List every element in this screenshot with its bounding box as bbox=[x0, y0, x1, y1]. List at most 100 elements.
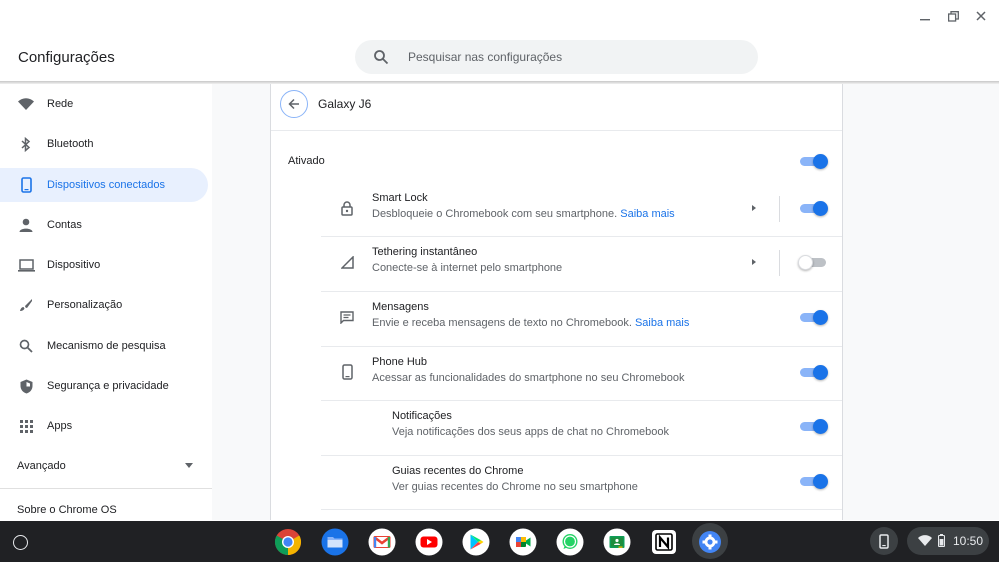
feature-row-messages: Mensagens Envie e receba mensagens de te… bbox=[321, 291, 842, 345]
feature-row-recent-tabs: Guias recentes do Chrome Ver guias recen… bbox=[321, 455, 842, 509]
advanced-toggle[interactable]: Avançado bbox=[17, 456, 197, 476]
sidebar: Rede Bluetooth Dispositivos conectados C… bbox=[0, 84, 212, 520]
sidebar-item-contas[interactable]: Contas bbox=[0, 208, 208, 242]
sidebar-item-label: Mecanismo de pesquisa bbox=[47, 340, 166, 352]
whatsapp-icon[interactable] bbox=[556, 528, 584, 556]
feature-row-phone-hub: Phone Hub Acessar as funcionalidades do … bbox=[321, 346, 842, 400]
notion-icon[interactable] bbox=[650, 528, 678, 556]
back-button[interactable] bbox=[280, 90, 308, 118]
apps-grid-icon bbox=[17, 417, 35, 435]
status-tray[interactable]: 10:50 bbox=[907, 527, 989, 555]
feature-row-tethering: Tethering instantâneo Conecte-se à inter… bbox=[321, 236, 842, 290]
enabled-label: Ativado bbox=[288, 155, 325, 167]
battery-icon bbox=[938, 534, 945, 547]
feature-title: Smart Lock bbox=[372, 192, 428, 204]
laptop-icon bbox=[17, 256, 35, 274]
chevron-right-icon[interactable] bbox=[752, 205, 756, 211]
sidebar-item-label: Contas bbox=[47, 219, 82, 231]
page-title: Galaxy J6 bbox=[318, 97, 372, 111]
phone-icon bbox=[339, 364, 355, 380]
sidebar-item-rede[interactable]: Rede bbox=[0, 87, 208, 121]
clock-time: 10:50 bbox=[953, 534, 984, 548]
sidebar-item-bluetooth[interactable]: Bluetooth bbox=[0, 127, 208, 161]
enabled-toggle[interactable] bbox=[799, 154, 828, 169]
feature-subtitle: Envie e receba mensagens de texto no Chr… bbox=[372, 317, 690, 329]
phone-hub-toggle[interactable] bbox=[799, 365, 828, 380]
header: Configurações Pesquisar nas configuraçõe… bbox=[0, 30, 999, 82]
sidebar-item-label: Rede bbox=[47, 98, 74, 110]
sidebar-item-label: Dispositivos conectados bbox=[47, 179, 166, 191]
lock-icon bbox=[339, 200, 355, 216]
meet-icon[interactable] bbox=[509, 528, 537, 556]
shelf: 10:50 bbox=[0, 521, 999, 562]
feature-subtitle: Acessar as funcionalidades do smartphone… bbox=[372, 372, 685, 384]
brush-icon bbox=[17, 296, 35, 314]
app-title: Configurações bbox=[18, 49, 115, 66]
classroom-icon[interactable] bbox=[603, 528, 631, 556]
feature-title: Phone Hub bbox=[372, 356, 428, 368]
notifications-toggle[interactable] bbox=[799, 419, 828, 434]
sidebar-item-label: Bluetooth bbox=[47, 138, 94, 150]
feature-title: Mensagens bbox=[372, 301, 429, 313]
vertical-divider bbox=[779, 196, 780, 222]
search-input[interactable]: Pesquisar nas configurações bbox=[408, 50, 562, 64]
feature-title: Tethering instantâneo bbox=[372, 246, 478, 258]
person-icon bbox=[17, 216, 35, 234]
vertical-divider bbox=[779, 250, 780, 276]
settings-icon[interactable] bbox=[696, 528, 724, 556]
feature-subtitle: Veja notificações dos seus apps de chat … bbox=[392, 426, 670, 438]
recent-tabs-toggle[interactable] bbox=[799, 474, 828, 489]
gmail-icon[interactable] bbox=[368, 528, 396, 556]
settings-card: Galaxy J6 Ativado Smart Lock Desbloqueie… bbox=[270, 84, 843, 520]
bluetooth-icon bbox=[17, 135, 35, 153]
tethering-toggle[interactable] bbox=[798, 255, 827, 270]
sidebar-divider bbox=[0, 488, 212, 489]
sidebar-item-dispositivo[interactable]: Dispositivo bbox=[0, 248, 208, 282]
feature-subtitle: Conecte-se à internet pelo smartphone bbox=[372, 262, 563, 274]
restore-icon[interactable] bbox=[943, 6, 963, 26]
feature-title: Guias recentes do Chrome bbox=[392, 465, 524, 477]
sidebar-item-connected-devices[interactable]: Dispositivos conectados bbox=[0, 168, 208, 202]
wifi-icon bbox=[918, 535, 932, 546]
search-icon bbox=[17, 337, 35, 355]
sidebar-item-personalizacao[interactable]: Personalização bbox=[0, 288, 208, 322]
feature-row-notifications: Notificações Veja notificações dos seus … bbox=[321, 400, 842, 454]
sidebar-item-security[interactable]: Segurança e privacidade bbox=[0, 369, 208, 403]
arrow-back-icon bbox=[288, 98, 299, 110]
wifi-icon bbox=[17, 95, 35, 113]
smart-lock-toggle[interactable] bbox=[799, 201, 828, 216]
advanced-label: Avançado bbox=[17, 460, 66, 472]
close-icon[interactable] bbox=[971, 6, 991, 26]
search-icon bbox=[374, 50, 389, 65]
sidebar-item-label: Personalização bbox=[47, 299, 123, 311]
sidebar-item-search-engine[interactable]: Mecanismo de pesquisa bbox=[0, 329, 208, 363]
shield-icon bbox=[17, 377, 35, 395]
window-controls bbox=[915, 6, 991, 26]
launcher-button[interactable] bbox=[8, 530, 32, 554]
learn-more-link[interactable]: Saiba mais bbox=[635, 317, 689, 329]
learn-more-link[interactable]: Saiba mais bbox=[620, 208, 674, 220]
feature-subtitle: Desbloqueie o Chromebook com seu smartph… bbox=[372, 208, 675, 220]
messages-toggle[interactable] bbox=[799, 310, 828, 325]
chrome-icon[interactable] bbox=[274, 528, 302, 556]
phone-hub-tray-button[interactable] bbox=[870, 527, 898, 555]
sidebar-item-apps[interactable]: Apps bbox=[0, 409, 208, 443]
phone-icon bbox=[17, 176, 35, 194]
feature-row-smart-lock: Smart Lock Desbloqueie o Chromebook com … bbox=[321, 182, 842, 236]
feature-title: Notificações bbox=[392, 410, 452, 422]
sidebar-item-label: Dispositivo bbox=[47, 259, 101, 271]
message-icon bbox=[339, 309, 355, 325]
chevron-down-icon bbox=[185, 463, 193, 468]
title-divider bbox=[271, 130, 842, 131]
minimize-icon[interactable] bbox=[915, 6, 935, 26]
chevron-right-icon[interactable] bbox=[752, 259, 756, 265]
play-store-icon[interactable] bbox=[462, 528, 490, 556]
about-chrome-os-link[interactable]: Sobre o Chrome OS bbox=[17, 504, 117, 516]
feature-subtitle: Ver guias recentes do Chrome no seu smar… bbox=[392, 481, 638, 493]
youtube-icon[interactable] bbox=[415, 528, 443, 556]
sidebar-item-label: Segurança e privacidade bbox=[47, 380, 169, 392]
phone-icon bbox=[879, 533, 889, 549]
signal-icon bbox=[339, 254, 355, 270]
search-box[interactable]: Pesquisar nas configurações bbox=[355, 40, 758, 74]
files-icon[interactable] bbox=[321, 528, 349, 556]
